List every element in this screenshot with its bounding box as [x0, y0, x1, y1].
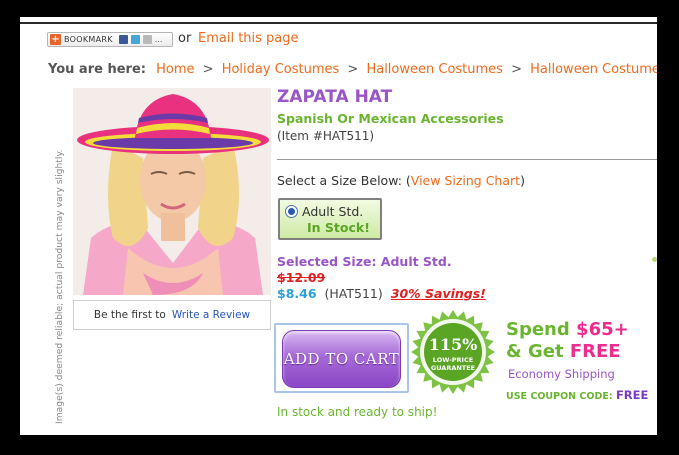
breadcrumb-separator: >: [347, 62, 359, 77]
mail-icon: [142, 35, 152, 44]
breadcrumb-halloween-costumes[interactable]: Halloween Costumes: [366, 62, 503, 77]
info-divider: [277, 159, 657, 160]
select-size-text: Select a Size Below: (: [277, 173, 411, 188]
promo-spend: Spend $65+: [506, 319, 629, 340]
sale-price: $8.46: [277, 286, 317, 301]
write-review-link[interactable]: Write a Review: [172, 309, 250, 321]
more-label: ...: [154, 35, 163, 44]
stock-message: In stock and ready to ship!: [277, 405, 438, 419]
image-disclaimer: Image(s) deemed reliable; actual product…: [54, 149, 65, 424]
or-text: or: [178, 31, 192, 46]
plus-icon: +: [50, 34, 61, 45]
review-box: Be the first to Write a Review: [73, 300, 271, 330]
twitter-icon: [130, 35, 140, 44]
price-item-code: (HAT511): [324, 286, 383, 301]
breadcrumb-separator: >: [202, 62, 214, 77]
size-radio[interactable]: [285, 205, 298, 218]
low-price-guarantee-badge: 115% LOW-PRICE GUARANTEE: [411, 310, 495, 394]
size-option-label: Adult Std.: [302, 204, 364, 219]
breadcrumb: You are here: Home > Holiday Costumes > …: [48, 62, 657, 77]
breadcrumb-holiday-costumes[interactable]: Holiday Costumes: [222, 62, 340, 77]
product-photo[interactable]: [73, 88, 271, 295]
guarantee-line1: LOW-PRICE: [433, 356, 473, 364]
partial-graphic: [652, 257, 657, 262]
breadcrumb-halloween-costume-a[interactable]: Halloween Costume A: [530, 62, 657, 77]
select-size-close: ): [520, 173, 525, 188]
add-to-cart-button[interactable]: ADD TO CART: [282, 330, 401, 388]
select-size-prompt: Select a Size Below: (View Sizing Chart): [277, 173, 525, 188]
guarantee-line2: GUARANTEE: [431, 364, 475, 372]
price-row: $8.46 (HAT511) 30% Savings!: [277, 286, 486, 301]
item-number: (Item #HAT511): [277, 129, 375, 143]
original-price: $12.09: [277, 270, 326, 285]
review-prompt: Be the first to: [93, 309, 166, 321]
facebook-icon: [118, 35, 128, 44]
coupon-code: FREE: [615, 388, 649, 402]
email-page-link[interactable]: Email this page: [198, 31, 299, 46]
bookmark-label: BOOKMARK: [64, 35, 113, 44]
breadcrumb-home[interactable]: Home: [156, 62, 194, 77]
promo-coupon: USE COUPON CODE: FREE: [506, 388, 648, 402]
promo-spend-text: Spend: [506, 319, 570, 340]
bookmark-button[interactable]: + BOOKMARK ...: [47, 32, 173, 47]
size-stock-status: In Stock!: [307, 220, 370, 235]
guarantee-percent: 115%: [429, 335, 478, 354]
promo-get-text: & Get: [506, 341, 564, 362]
size-option-adult-std[interactable]: Adult Std. In Stock!: [278, 198, 382, 240]
top-divider: [20, 22, 657, 24]
sizing-chart-link[interactable]: View Sizing Chart: [411, 173, 520, 188]
breadcrumb-prefix: You are here:: [48, 62, 146, 77]
promo-spend-amount: $65+: [576, 319, 629, 340]
product-photo-graphic: [73, 88, 271, 295]
savings-badge: 30% Savings!: [390, 286, 486, 301]
promo-free-text: FREE: [569, 341, 621, 362]
selected-size: Selected Size: Adult Std.: [277, 254, 452, 269]
product-title: ZAPATA HAT: [277, 87, 393, 107]
breadcrumb-separator: >: [511, 62, 522, 77]
product-category[interactable]: Spanish Or Mexican Accessories: [277, 111, 504, 126]
page: + BOOKMARK ... or Email this page You ar…: [20, 17, 657, 435]
promo-get-free: & Get FREE: [506, 341, 621, 362]
promo-shipping: Economy Shipping: [508, 367, 615, 381]
coupon-label: USE COUPON CODE:: [506, 391, 613, 402]
